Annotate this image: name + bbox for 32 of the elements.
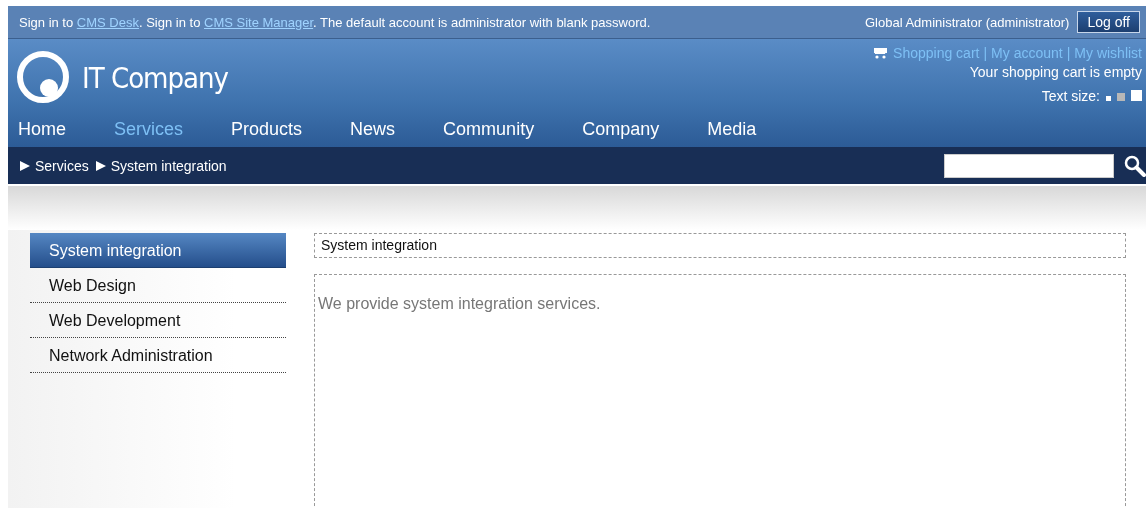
sidebar-item[interactable]: Network Administration xyxy=(30,338,286,373)
content-title: System integration xyxy=(314,233,1126,258)
nav-tab[interactable]: Services xyxy=(114,119,184,140)
search-icon[interactable] xyxy=(1124,154,1146,177)
search-field[interactable] xyxy=(944,153,1114,178)
breadcrumb-link[interactable]: System integration xyxy=(110,157,227,174)
nav-tab[interactable]: Community xyxy=(443,119,535,140)
content-text: We provide system integration services. xyxy=(318,295,602,313)
link-separator: | xyxy=(983,44,988,62)
sign-in-message: Sign in to CMS Desk. Sign in to CMS Site Manager. The default account is administrator with blank password. xyxy=(19,14,651,30)
link-separator: | xyxy=(1066,44,1071,62)
sidebar-item[interactable]: Web Design xyxy=(30,268,286,303)
text-size-option[interactable] xyxy=(1106,96,1111,101)
log-off-button[interactable]: Log off xyxy=(1077,11,1140,33)
nav-tab[interactable]: Home xyxy=(18,119,66,140)
cart-status: Your shopping cart is empty xyxy=(969,63,1142,82)
sidebar-item[interactable]: Web Development xyxy=(30,303,286,338)
sidebar-item[interactable]: System integration xyxy=(30,233,286,268)
text-size-option[interactable] xyxy=(1131,90,1142,101)
user-name: Global Administrator (administrator) xyxy=(864,14,1070,30)
logo-icon xyxy=(16,50,72,106)
nav-tab[interactable]: Media xyxy=(707,119,757,140)
triangle-icon xyxy=(95,160,106,171)
cart-icon xyxy=(871,47,888,59)
text-size-option[interactable] xyxy=(1117,93,1125,101)
nav-tab[interactable]: Company xyxy=(582,119,660,140)
nav-tab[interactable]: Products xyxy=(231,119,303,140)
nav-tab[interactable]: News xyxy=(350,119,396,140)
triangle-icon xyxy=(20,160,30,171)
logo-text: IT Company xyxy=(82,61,229,95)
text-size-label: Text size: xyxy=(1041,88,1100,104)
breadcrumb-link[interactable]: Services xyxy=(35,157,89,174)
